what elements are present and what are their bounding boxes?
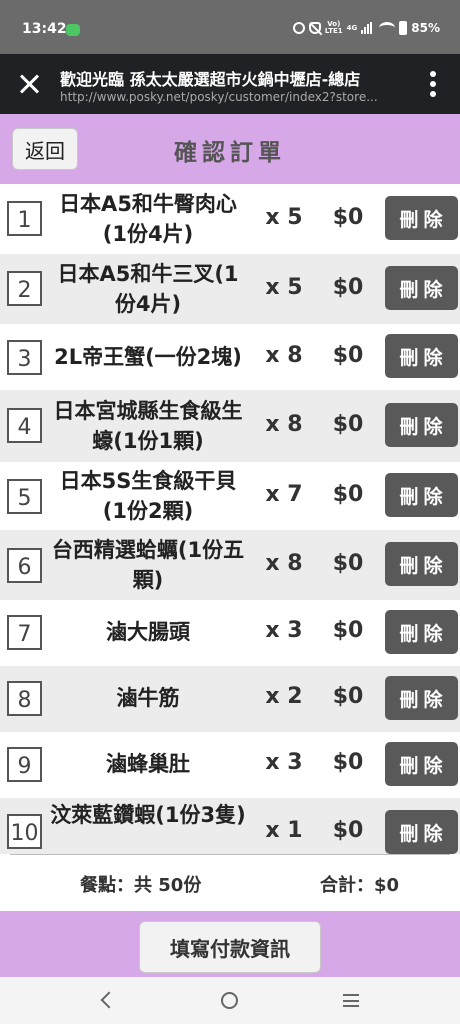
item-name: 台西精選蛤蠣(1份五顆)	[51, 538, 245, 592]
item-price: $0	[332, 750, 364, 775]
row-index: 9	[7, 747, 42, 782]
row-index: 3	[7, 340, 42, 375]
mute-icon	[308, 22, 321, 34]
item-price: $0	[332, 818, 364, 843]
footer-bar: 填寫付款資訊	[0, 911, 460, 977]
order-row: 5 日本5S生食級干貝(1份2顆) x 7 $0 刪除	[0, 462, 460, 530]
volte-bottom: LTE1	[324, 27, 343, 35]
delete-button[interactable]: 刪除	[385, 334, 458, 378]
row-index: 1	[7, 201, 42, 236]
page-header: 返回 確認訂單	[0, 114, 460, 184]
item-price: $0	[332, 275, 364, 300]
item-price: $0	[332, 551, 364, 576]
item-name: 日本宮城縣生食級生蠔(1份1顆)	[53, 399, 243, 453]
order-row: 10 汶萊藍鑽蝦(1份3隻) x 1 $0 刪除	[0, 798, 460, 854]
browser-app-bar: 歡迎光臨 孫太太嚴選超市火鍋中壢店-總店 http://www.posky.ne…	[0, 54, 460, 114]
page-title-bar: 歡迎光臨 孫太太嚴選超市火鍋中壢店-總店	[60, 70, 361, 89]
signal-icon	[361, 22, 375, 34]
row-index: 8	[7, 681, 42, 716]
nav-back-icon[interactable]	[100, 991, 118, 1009]
item-quantity: x 8	[265, 343, 303, 368]
item-price: $0	[332, 618, 364, 643]
delete-button[interactable]: 刪除	[385, 676, 458, 720]
system-nav-bar	[0, 977, 460, 1024]
row-index: 10	[7, 814, 42, 849]
order-row: 1 日本A5和牛臀肉心(1份4片) x 5 $0 刪除	[0, 184, 460, 254]
item-quantity: x 5	[265, 275, 303, 300]
nav-recents-icon[interactable]	[343, 994, 359, 1007]
item-price: $0	[332, 343, 364, 368]
battery-percent: 85%	[411, 21, 440, 35]
status-icons: Vo) LTE1 4G 85%	[292, 21, 440, 35]
status-time: 13:42	[22, 21, 67, 37]
item-price: $0	[332, 482, 364, 507]
order-row: 9 滷蜂巢肚 x 3 $0 刪除	[0, 732, 460, 798]
page-url: http://www.posky.net/posky/customer/inde…	[60, 90, 378, 104]
order-row: 8 滷牛筋 x 2 $0 刪除	[0, 666, 460, 732]
order-row: 6 台西精選蛤蠣(1份五顆) x 8 $0 刪除	[0, 530, 460, 600]
battery-icon	[399, 21, 408, 35]
page-title: 確認訂單	[174, 140, 286, 166]
delete-button[interactable]: 刪除	[385, 403, 458, 447]
item-price: $0	[332, 412, 364, 437]
delete-button[interactable]: 刪除	[385, 742, 458, 786]
item-name: 滷蜂巢肚	[106, 752, 190, 776]
delete-button[interactable]: 刪除	[385, 610, 458, 654]
item-quantity: x 3	[265, 618, 303, 643]
status-bar: 13:42 Vo) LTE1 4G 85%	[0, 0, 460, 54]
row-index: 4	[7, 408, 42, 443]
item-price: $0	[332, 684, 364, 709]
row-index: 5	[7, 479, 42, 514]
item-count: 餐點：共 50份	[80, 875, 202, 896]
order-list[interactable]: 1 日本A5和牛臀肉心(1份4片) x 5 $0 刪除 2 日本A5和牛三叉(1…	[0, 184, 460, 854]
line-app-icon	[66, 24, 80, 36]
network-type-label: 4G	[346, 23, 358, 32]
wifi-icon	[379, 22, 396, 34]
row-index: 2	[7, 271, 42, 306]
row-index: 6	[7, 548, 42, 583]
order-row: 7 滷大腸頭 x 3 $0 刪除	[0, 600, 460, 666]
item-name: 日本5S生食級干貝(1份2顆)	[59, 469, 237, 523]
item-name: 2L帝王蟹(一份2塊)	[54, 345, 242, 369]
close-icon[interactable]	[14, 69, 44, 99]
item-quantity: x 8	[265, 412, 303, 437]
item-price: $0	[332, 205, 364, 230]
item-quantity: x 2	[265, 684, 303, 709]
item-quantity: x 7	[265, 482, 303, 507]
alarm-icon	[292, 22, 305, 34]
payment-info-button[interactable]: 填寫付款資訊	[139, 921, 321, 973]
row-index: 7	[7, 615, 42, 650]
delete-button[interactable]: 刪除	[385, 473, 458, 517]
item-name: 汶萊藍鑽蝦(1份3隻)	[50, 803, 246, 827]
delete-button[interactable]: 刪除	[385, 266, 458, 310]
item-quantity: x 5	[265, 205, 303, 230]
order-summary: 餐點：共 50份 合計：$0	[0, 855, 460, 911]
nav-home-icon[interactable]	[221, 992, 238, 1009]
more-menu-icon[interactable]	[430, 71, 436, 97]
item-quantity: x 1	[265, 818, 303, 843]
order-total: 合計：$0	[320, 875, 400, 896]
back-button[interactable]: 返回	[12, 128, 78, 170]
item-quantity: x 8	[265, 551, 303, 576]
volte-label: Vo) LTE1	[325, 21, 343, 35]
item-name: 日本A5和牛臀肉心(1份4片)	[59, 192, 237, 246]
order-row: 3 2L帝王蟹(一份2塊) x 8 $0 刪除	[0, 324, 460, 390]
item-name: 滷大腸頭	[106, 620, 190, 644]
delete-button[interactable]: 刪除	[385, 810, 458, 854]
order-row: 2 日本A5和牛三叉(1份4片) x 5 $0 刪除	[0, 254, 460, 324]
order-row: 4 日本宮城縣生食級生蠔(1份1顆) x 8 $0 刪除	[0, 390, 460, 462]
item-name: 滷牛筋	[116, 686, 180, 710]
delete-button[interactable]: 刪除	[385, 542, 458, 586]
item-quantity: x 3	[265, 750, 303, 775]
delete-button[interactable]: 刪除	[385, 196, 458, 240]
item-name: 日本A5和牛三叉(1份4片)	[57, 262, 239, 316]
